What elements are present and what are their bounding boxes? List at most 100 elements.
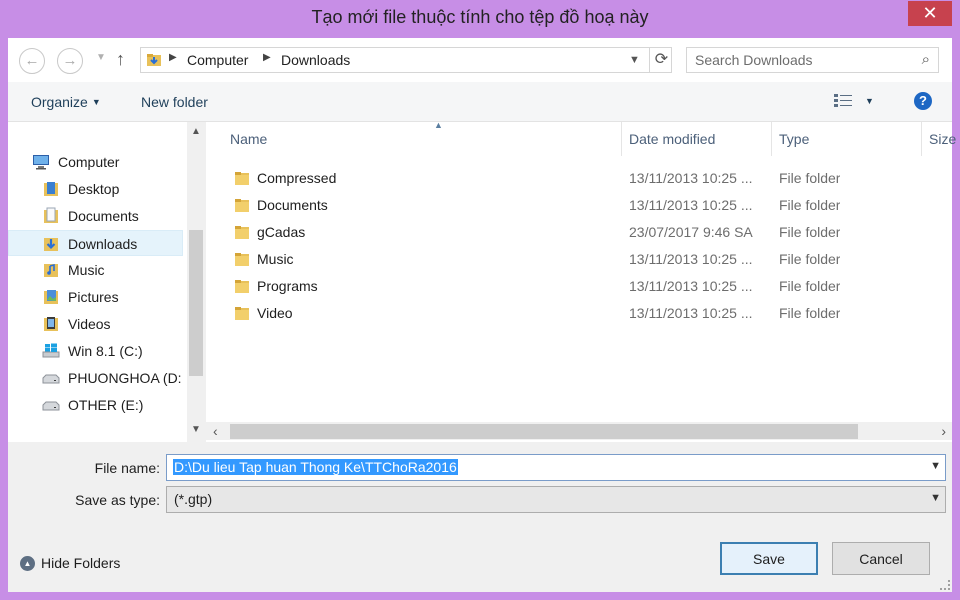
desktop-folder-icon	[44, 182, 58, 196]
nav-item-label: Downloads	[68, 236, 138, 252]
column-header-date[interactable]: Date modified	[622, 122, 772, 156]
search-box[interactable]: ⌕	[686, 47, 939, 73]
column-label: Type	[779, 131, 810, 147]
address-bar[interactable]: ▶ Computer ▶ Downloads ▼ ⟳	[140, 47, 672, 73]
breadcrumb-separator[interactable]: ▶	[263, 52, 271, 63]
scrollbar-thumb[interactable]	[189, 230, 203, 376]
file-name-cell: Video	[257, 305, 293, 321]
folder-icon	[235, 253, 249, 266]
table-row[interactable]: Compressed 13/11/2013 10:25 ... File folde…	[206, 165, 952, 192]
dialog-body: ← → ▼ ↑ ▶ Computer ▶ Downloads ▼ ⟳ ⌕	[8, 38, 956, 592]
date-modified-cell: 13/11/2013 10:25 ...	[629, 197, 753, 213]
organize-menu[interactable]: Organize ▼	[31, 94, 101, 110]
nav-item-pictures[interactable]: Pictures	[8, 284, 183, 310]
title-bar[interactable]: Tạo mới file thuộc tính cho tệp đồ hoạ n…	[0, 0, 960, 38]
nav-item-music[interactable]: Music	[8, 257, 183, 283]
scroll-right-icon[interactable]: ›	[941, 423, 946, 439]
nav-item-drive-d[interactable]: PHUONGHOA (D:	[8, 365, 183, 391]
nav-item-computer[interactable]: Computer	[8, 149, 183, 175]
resize-grip[interactable]	[940, 580, 950, 590]
breadcrumb-downloads[interactable]: Downloads	[281, 52, 350, 68]
nav-item-documents[interactable]: Documents	[8, 203, 183, 229]
nav-item-label: Computer	[58, 154, 120, 170]
search-input[interactable]	[687, 48, 907, 72]
scroll-up-icon[interactable]: ▲	[191, 126, 201, 137]
nav-item-label: Videos	[68, 316, 111, 332]
save-dialog: Tạo mới file thuộc tính cho tệp đồ hoạ n…	[0, 0, 960, 600]
date-modified-cell: 13/11/2013 10:25 ...	[629, 251, 753, 267]
documents-folder-icon	[44, 207, 58, 223]
nav-item-label: PHUONGHOA (D:	[68, 370, 182, 386]
save-button[interactable]: Save	[720, 542, 818, 575]
folder-icon	[235, 199, 249, 212]
column-header-type[interactable]: Type	[772, 122, 922, 156]
music-folder-icon	[44, 263, 58, 277]
collapse-up-icon: ▲	[20, 556, 35, 571]
downloads-folder-icon	[44, 238, 58, 251]
scrollbar-thumb[interactable]	[230, 424, 858, 439]
close-button[interactable]: ✕	[908, 1, 952, 26]
type-cell: File folder	[779, 170, 841, 186]
cancel-button[interactable]: Cancel	[832, 542, 930, 575]
command-bar: Organize ▼ New folder ▼ ?	[8, 82, 952, 122]
search-icon[interactable]: ⌕	[922, 51, 930, 68]
save-as-type-value: (*.gtp)	[174, 491, 213, 507]
organize-label: Organize	[31, 94, 88, 110]
sort-ascending-icon: ▲	[434, 120, 443, 130]
chevron-down-icon[interactable]: ▼	[930, 460, 941, 472]
hide-folders-label: Hide Folders	[41, 555, 121, 571]
type-cell: File folder	[779, 251, 841, 267]
file-name-label: File name:	[94, 460, 160, 476]
back-button[interactable]: ←	[19, 48, 45, 74]
nav-item-drive-e[interactable]: OTHER (E:)	[8, 392, 183, 418]
file-name-input[interactable]: D:\Du lieu Tap huan Thong Ke\TTChoRa2016…	[166, 454, 946, 481]
caret-down-icon: ▼	[91, 97, 101, 107]
chevron-down-icon[interactable]: ▼	[629, 54, 640, 66]
recent-locations-dropdown[interactable]: ▼	[96, 52, 106, 63]
computer-icon	[33, 155, 49, 170]
help-icon[interactable]: ?	[914, 92, 932, 110]
new-folder-button[interactable]: New folder	[141, 94, 208, 110]
nav-item-downloads[interactable]: Downloads	[8, 230, 183, 256]
type-cell: File folder	[779, 278, 841, 294]
table-row[interactable]: Documents 13/11/2013 10:25 ... File folder	[206, 192, 952, 219]
nav-item-label: OTHER (E:)	[68, 397, 144, 413]
scroll-down-icon[interactable]: ▼	[191, 424, 201, 435]
up-button[interactable]: ↑	[116, 49, 125, 70]
column-header-size[interactable]: Size	[922, 122, 956, 156]
downloads-folder-icon	[147, 54, 161, 66]
refresh-button[interactable]: ⟳	[649, 48, 673, 72]
nav-item-label: Desktop	[68, 181, 120, 197]
file-name-cell: gCadas	[257, 224, 306, 240]
table-row[interactable]: Music 13/11/2013 10:25 ... File folder	[206, 246, 952, 273]
view-details-icon[interactable]	[834, 93, 852, 109]
nav-vertical-scrollbar[interactable]: ▲ ▼	[187, 122, 205, 442]
table-row[interactable]: gCadas 23/07/2017 9:46 SA File folder	[206, 219, 952, 246]
breadcrumb-computer[interactable]: Computer	[187, 52, 248, 68]
folder-icon	[235, 226, 249, 239]
view-options-dropdown[interactable]: ▼	[865, 96, 874, 106]
nav-item-videos[interactable]: Videos	[8, 311, 183, 337]
forward-button[interactable]: →	[57, 48, 83, 74]
nav-item-label: Documents	[68, 208, 139, 224]
save-as-type-label: Save as type:	[75, 492, 160, 508]
scroll-left-icon[interactable]: ‹	[213, 423, 218, 439]
column-header-name[interactable]: ▲ Name	[222, 120, 622, 156]
column-label: Size	[929, 131, 957, 147]
table-row[interactable]: Programs 13/11/2013 10:25 ... File folder	[206, 273, 952, 300]
table-row[interactable]: Video 13/11/2013 10:25 ... File folder	[206, 300, 952, 327]
chevron-down-icon[interactable]: ▼	[930, 492, 941, 504]
nav-item-drive-c[interactable]: Win 8.1 (C:)	[8, 338, 183, 364]
breadcrumb-separator[interactable]: ▶	[169, 52, 177, 63]
navigation-pane: Computer Desktop Documents Downloads Mus…	[8, 122, 205, 442]
nav-item-desktop[interactable]: Desktop	[8, 176, 183, 202]
horizontal-scrollbar[interactable]: ‹ ›	[206, 422, 952, 440]
date-modified-cell: 13/11/2013 10:25 ...	[629, 170, 753, 186]
save-as-type-select[interactable]: (*.gtp) ▼	[166, 486, 946, 513]
file-name-cell: Music	[257, 251, 294, 267]
date-modified-cell: 13/11/2013 10:25 ...	[629, 278, 753, 294]
file-name-value[interactable]: D:\Du lieu Tap huan Thong Ke\TTChoRa2016	[173, 459, 458, 475]
file-name-cell: Documents	[257, 197, 328, 213]
file-name-cell: Programs	[257, 278, 318, 294]
date-modified-cell: 13/11/2013 10:25 ...	[629, 305, 753, 321]
